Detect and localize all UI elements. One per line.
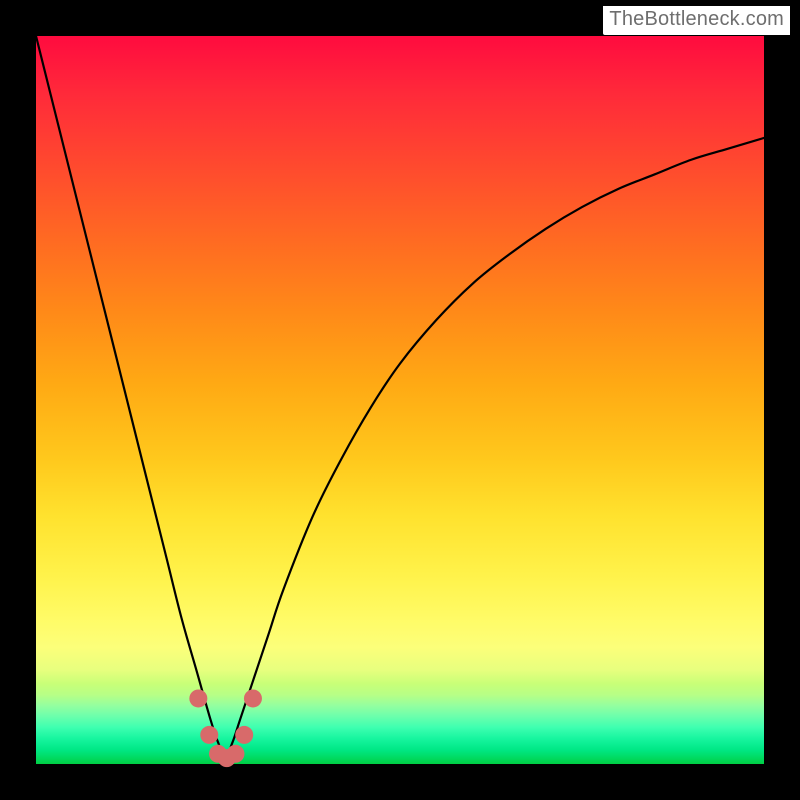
curve-marker xyxy=(244,689,262,707)
bottleneck-curve xyxy=(36,36,764,757)
bottleneck-curve-path xyxy=(36,36,764,757)
chart-svg xyxy=(36,36,764,764)
curve-markers xyxy=(189,689,262,767)
curve-marker xyxy=(235,726,253,744)
curve-marker xyxy=(226,745,244,763)
curve-marker xyxy=(200,726,218,744)
chart-frame: TheBottleneck.com xyxy=(0,0,800,800)
curve-marker xyxy=(189,689,207,707)
watermark-label: TheBottleneck.com xyxy=(603,6,790,35)
chart-plot-area xyxy=(36,36,764,764)
